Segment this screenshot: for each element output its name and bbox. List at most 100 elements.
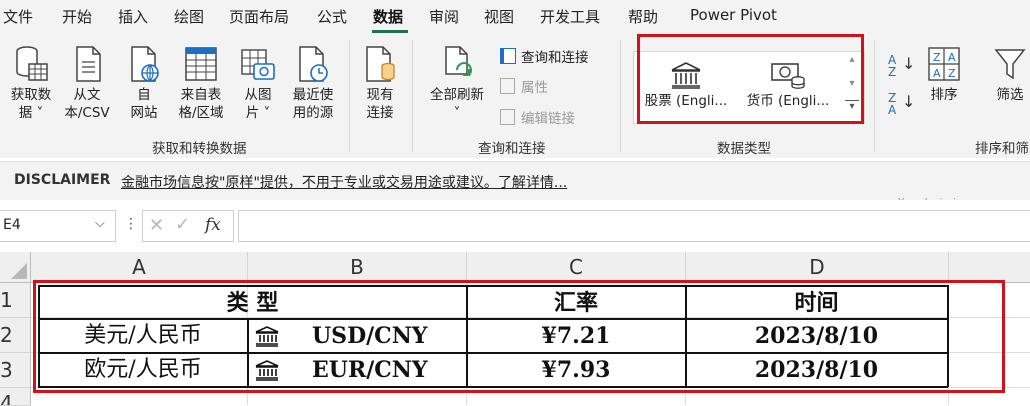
properties-label: 属性	[521, 80, 548, 96]
tab-help[interactable]: 帮助	[628, 6, 658, 27]
tab-home[interactable]: 开始	[62, 6, 92, 27]
highlight-data-types	[637, 34, 864, 124]
cancel-icon[interactable]: ✕	[149, 215, 164, 236]
svg-text:A: A	[948, 51, 956, 64]
from-picture-label-2: 片 ˅	[245, 105, 271, 121]
tab-formulas[interactable]: 公式	[317, 6, 347, 27]
column-header-e[interactable]	[949, 252, 1030, 283]
existing-connections-button[interactable]: 现有 连接	[355, 44, 405, 122]
tab-power-pivot[interactable]: Power Pivot	[690, 6, 777, 24]
get-data-button[interactable]: 获取数 据 ˅	[4, 44, 58, 122]
edit-links-button[interactable]: 编辑链接	[500, 107, 575, 127]
refresh-all-label: 全部刷新	[430, 87, 484, 103]
column-header-a[interactable]: A	[31, 252, 248, 283]
from-table-label-1: 来自表	[180, 87, 222, 103]
more-options-icon[interactable]: ⋮	[124, 216, 138, 232]
row-header-3[interactable]: 3	[0, 353, 31, 388]
from-web-button[interactable]: 自 网站	[117, 44, 171, 122]
corner-triangle-icon	[11, 263, 27, 279]
from-table-range-button[interactable]: 来自表 格/区域	[172, 44, 230, 122]
filter-funnel-icon	[994, 49, 1026, 80]
from-table-label-2: 格/区域	[178, 105, 224, 121]
svg-text:Z: Z	[933, 51, 941, 64]
tab-developer[interactable]: 开发工具	[540, 6, 600, 27]
existing-connections-icon	[366, 46, 395, 82]
recent-sources-label-2: 用的源	[292, 105, 334, 121]
column-header-b[interactable]: B	[248, 252, 467, 283]
database-icon	[16, 46, 48, 81]
recent-sources-button[interactable]: 最近使 用的源	[285, 44, 341, 122]
sort-button[interactable]: Z A A Z 排序	[922, 44, 966, 104]
column-header-c[interactable]: C	[467, 252, 686, 283]
disclaimer-bar: DISCLAIMER 金融市场信息按"原样"提供，不用于专业或交易用途或建议。了…	[0, 161, 1030, 201]
data-types-group-label: 数据类型	[717, 141, 771, 157]
tab-view[interactable]: 视图	[484, 6, 514, 27]
formula-input[interactable]	[238, 210, 1030, 242]
recent-sources-label-1: 最近使	[292, 87, 334, 103]
highlight-table	[33, 280, 1005, 393]
from-text-label-2: 本/CSV	[64, 105, 110, 121]
disclaimer-link[interactable]: 金融市场信息按"原样"提供，不用于专业或交易用途或建议。了解详情...	[121, 172, 567, 192]
queries-icon	[500, 48, 516, 64]
sort-filter-group-label: 排序和筛	[975, 141, 1029, 157]
from-text-label-1: 从文	[73, 87, 101, 103]
existing-connections-label-1: 现有	[366, 87, 394, 103]
web-page-icon	[131, 46, 159, 82]
formula-buttons: ✕ ✓ fx	[142, 210, 234, 242]
get-data-label-2: 据 ˅	[18, 105, 44, 121]
svg-text:Z: Z	[948, 67, 956, 80]
row-header-2[interactable]: 2	[0, 318, 31, 353]
tab-file[interactable]: 文件	[3, 6, 33, 27]
get-transform-group-label: 获取和转换数据	[152, 141, 247, 157]
get-data-label-1: 获取数	[10, 87, 52, 103]
column-header-d[interactable]: D	[686, 252, 949, 283]
disclaimer-title: DISCLAIMER	[14, 172, 111, 188]
refresh-all-arrow: ˅	[453, 105, 461, 121]
ribbon: 获取数 据 ˅ 从文 本/CSV 自 网站 来自表 格/区域 从图 片 ˅ 最近…	[0, 34, 1030, 158]
tab-insert[interactable]: 插入	[118, 6, 148, 27]
tab-review[interactable]: 审阅	[429, 6, 459, 27]
insert-function-button[interactable]: fx	[205, 215, 221, 235]
sort-ascending-button[interactable]: A Z ↓	[888, 54, 916, 82]
queries-connections-label: 查询和连接	[521, 50, 589, 66]
name-box-value: E4	[3, 217, 21, 233]
recent-file-clock-icon	[299, 46, 328, 82]
properties-button[interactable]: 属性	[500, 76, 548, 96]
svg-text:A: A	[933, 67, 941, 80]
group-separator	[349, 40, 350, 152]
from-picture-label-1: 从图	[244, 87, 272, 103]
chevron-down-icon[interactable]: ⌵	[95, 216, 105, 231]
from-web-label-1: 自	[137, 87, 151, 103]
edit-links-label: 编辑链接	[521, 111, 575, 127]
row-header-4[interactable]: 4	[0, 388, 31, 406]
from-picture-button[interactable]: 从图 片 ˅	[233, 44, 283, 122]
properties-icon	[500, 78, 515, 94]
enter-check-icon[interactable]: ✓	[175, 214, 190, 235]
name-box[interactable]: E4 ⌵	[0, 210, 116, 242]
from-web-label-2: 网站	[130, 105, 158, 121]
active-tab-indicator	[372, 30, 408, 33]
sort-descending-button[interactable]: Z A ↓	[888, 92, 916, 120]
from-text-csv-button[interactable]: 从文 本/CSV	[60, 44, 114, 122]
formula-bar: E4 ⌵ ⋮ ✕ ✓ fx	[0, 200, 1030, 250]
tab-page-layout[interactable]: 页面布局	[229, 6, 289, 27]
filter-button[interactable]: 筛选	[988, 44, 1030, 104]
group-separator	[620, 40, 621, 152]
sort-icon: Z A A Z	[928, 47, 960, 81]
existing-connections-label-2: 连接	[366, 105, 394, 121]
sort-label: 排序	[930, 87, 958, 103]
queries-group-label: 查询和连接	[478, 141, 546, 157]
tab-data[interactable]: 数据	[373, 6, 403, 27]
text-file-icon	[76, 46, 101, 82]
select-all-corner[interactable]	[0, 252, 31, 283]
tab-draw[interactable]: 绘图	[174, 6, 204, 27]
group-separator	[412, 40, 413, 152]
row-header-1[interactable]: 1	[0, 283, 31, 318]
table-icon	[185, 47, 217, 81]
group-separator	[874, 40, 875, 152]
filter-label: 筛选	[996, 87, 1024, 103]
refresh-icon	[445, 46, 472, 76]
refresh-all-button[interactable]: 全部刷新 ˅	[424, 44, 490, 122]
queries-connections-button[interactable]: 查询和连接	[500, 46, 589, 66]
menu-bar: 文件 开始 插入 绘图 页面布局 公式 数据 审阅 视图 开发工具 帮助 Pow…	[0, 0, 1030, 34]
